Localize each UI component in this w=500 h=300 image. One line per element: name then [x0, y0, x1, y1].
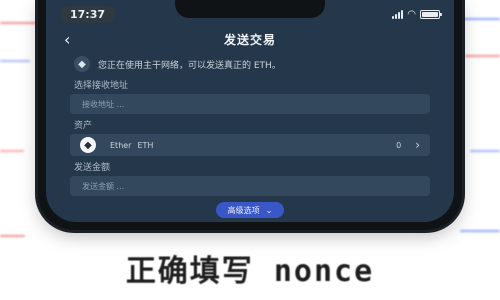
- phone-frame: 17:37 ◠ ‹ 发送交易 ◆ 您正在使用主干网络，可以发送真正的 ETH。 …: [38, 0, 462, 230]
- decorative-line: [0, 60, 30, 62]
- caption-banner: 正确填写 nonce: [0, 248, 500, 289]
- amount-field[interactable]: [70, 176, 430, 196]
- asset-balance: 0: [396, 140, 402, 150]
- network-warning: ◆ 您正在使用主干网络，可以发送真正的 ETH。: [74, 56, 430, 72]
- signal-icon: [392, 9, 404, 19]
- ethereum-icon: ◆: [74, 56, 90, 72]
- battery-icon: [420, 9, 442, 19]
- send-form: ◆ 您正在使用主干网络，可以发送真正的 ETH。 选择接收地址 资产 ◆ Eth…: [46, 50, 454, 218]
- wifi-icon: ◠: [407, 8, 416, 20]
- decorative-line: [0, 22, 40, 24]
- recipient-field[interactable]: [70, 94, 430, 114]
- caption-text: 正确填写 nonce: [125, 254, 375, 289]
- recipient-input[interactable]: [80, 98, 420, 110]
- asset-symbol: ETH: [137, 140, 154, 150]
- amount-input[interactable]: [80, 180, 420, 192]
- asset-selector[interactable]: ◆ Ether ETH 0 ›: [70, 134, 430, 156]
- decorative-line: [460, 230, 500, 232]
- chevron-down-icon: ⌄: [265, 205, 273, 215]
- decorative-line: [0, 235, 25, 237]
- status-icons: ◠: [392, 8, 442, 20]
- decorative-line: [465, 55, 500, 57]
- nav-bar: ‹ 发送交易: [46, 28, 454, 50]
- status-bar: 17:37 ◠: [46, 0, 454, 28]
- network-warning-text: 您正在使用主干网络，可以发送真正的 ETH。: [98, 60, 281, 71]
- notch: [175, 0, 325, 18]
- chevron-left-icon[interactable]: ‹: [64, 30, 70, 49]
- asset-name: Ether: [110, 140, 132, 150]
- chevron-right-icon[interactable]: ›: [415, 138, 420, 152]
- decorative-line: [0, 150, 24, 152]
- amount-label: 发送金额: [74, 163, 111, 173]
- recipient-label: 选择接收地址: [74, 81, 129, 91]
- ether-icon: ◆: [80, 137, 96, 153]
- asset-label: 资产: [74, 121, 93, 131]
- advanced-options-button[interactable]: 高级选项 ⌄: [215, 202, 285, 218]
- page-title: 发送交易: [223, 32, 276, 47]
- battery-fill: [422, 11, 438, 17]
- advanced-options-label: 高级选项: [227, 205, 260, 215]
- app-screen: 17:37 ◠ ‹ 发送交易 ◆ 您正在使用主干网络，可以发送真正的 ETH。 …: [46, 0, 454, 222]
- advanced-options-wrap: 高级选项 ⌄: [70, 202, 430, 218]
- status-time: 17:37: [60, 5, 116, 23]
- decorative-line: [470, 150, 500, 152]
